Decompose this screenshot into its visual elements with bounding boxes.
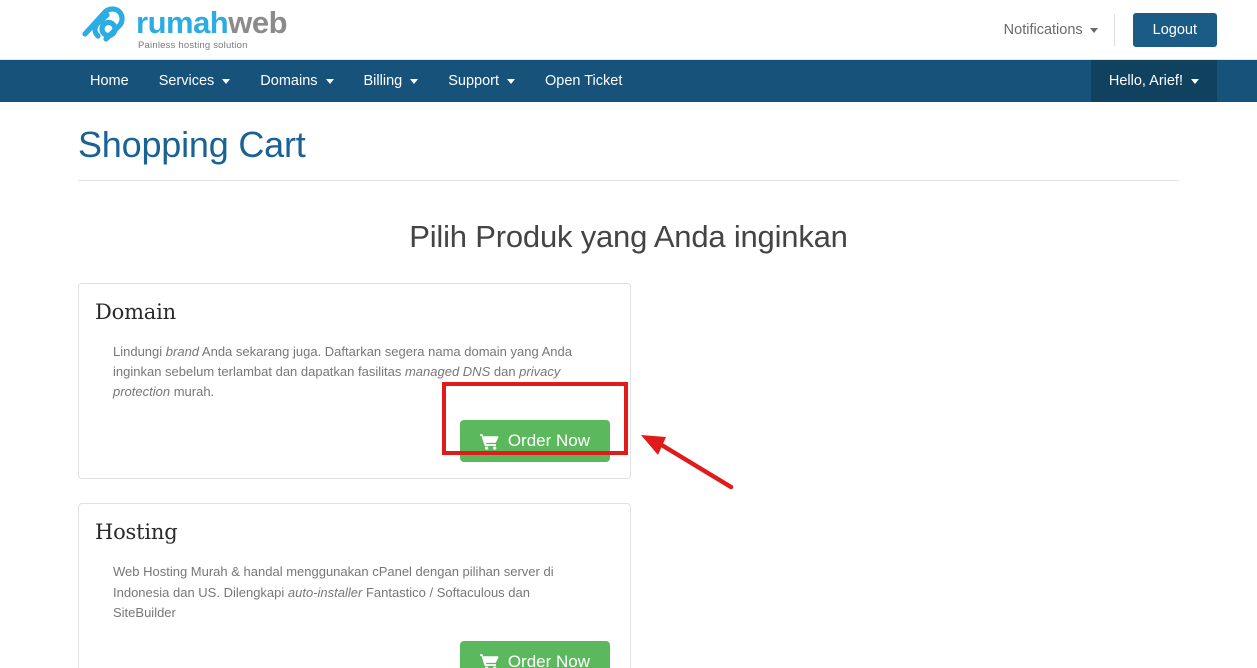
- logo-word-primary: rumah: [136, 5, 229, 40]
- logo-tagline: Painless hosting solution: [138, 40, 248, 51]
- user-greeting-label: Hello, Arief!: [1108, 73, 1183, 89]
- header-divider: [1113, 14, 1115, 46]
- nav-item-label: Billing: [363, 73, 403, 89]
- nav-item-open-ticket[interactable]: Open Ticket: [530, 60, 637, 102]
- logo-word-secondary: web: [228, 5, 288, 40]
- chevron-down-icon: [410, 78, 419, 84]
- chevron-down-icon: [1191, 78, 1199, 84]
- site-logo[interactable]: rumahweb Painless hosting solution: [78, 3, 288, 51]
- card-description: Lindungi brand Anda sekarang juga. Dafta…: [113, 344, 572, 400]
- card-title: Hosting: [95, 520, 178, 545]
- section-heading: Pilih Produk yang Anda inginkan: [409, 219, 848, 254]
- nav-item-services[interactable]: Services: [144, 60, 246, 102]
- nav-item-support[interactable]: Support: [433, 60, 530, 102]
- logo-wordmark: rumahweb: [136, 5, 288, 40]
- card-action-area: Order Now: [95, 623, 610, 668]
- chevron-down-icon: [222, 78, 231, 84]
- order-now-button-domain[interactable]: Order Now: [459, 420, 610, 463]
- user-account-dropdown[interactable]: Hello, Arief!: [1090, 60, 1217, 102]
- header-right-actions: Notifications Logout: [1004, 0, 1217, 60]
- order-now-label: Order Now: [507, 431, 590, 451]
- nav-item-label: Open Ticket: [545, 73, 623, 89]
- nav-item-label: Support: [448, 73, 499, 89]
- chevron-down-icon: [1089, 27, 1098, 33]
- product-card-hosting: Hosting Web Hosting Murah & handal mengg…: [78, 503, 631, 668]
- card-description: Web Hosting Murah & handal menggunakan c…: [113, 564, 554, 620]
- nav-item-billing[interactable]: Billing: [349, 60, 434, 102]
- notifications-label: Notifications: [1003, 22, 1083, 38]
- rumahweb-swirl-icon: [78, 3, 132, 45]
- nav-item-domains[interactable]: Domains: [245, 60, 348, 102]
- nav-item-label: Domains: [260, 73, 318, 89]
- product-card-grid: Domain Lindungi brand Anda sekarang juga…: [78, 283, 1179, 668]
- order-now-button-hosting[interactable]: Order Now: [459, 640, 610, 668]
- nav-item-list: Home Services Domains Billing Support Op…: [78, 60, 637, 102]
- chevron-down-icon: [507, 78, 515, 84]
- nav-item-label: Services: [158, 73, 215, 89]
- main-navigation: Home Services Domains Billing Support Op…: [0, 60, 1257, 102]
- shopping-cart-icon: [479, 433, 499, 450]
- page-title: Shopping Cart: [78, 124, 306, 165]
- chevron-down-icon: [325, 78, 334, 84]
- nav-item-home[interactable]: Home: [78, 60, 144, 102]
- order-now-label: Order Now: [507, 651, 590, 668]
- card-title: Domain: [95, 300, 176, 324]
- card-action-area: Order Now: [95, 402, 610, 463]
- shopping-cart-icon: [479, 653, 499, 668]
- logout-button[interactable]: Logout: [1132, 13, 1217, 47]
- nav-item-label: Home: [90, 73, 129, 89]
- top-header: rumahweb Painless hosting solution Notif…: [0, 0, 1257, 60]
- page-content: Shopping Cart Pilih Produk yang Anda ing…: [0, 102, 1257, 668]
- product-card-domain: Domain Lindungi brand Anda sekarang juga…: [78, 283, 631, 480]
- notifications-dropdown[interactable]: Notifications: [1004, 22, 1114, 38]
